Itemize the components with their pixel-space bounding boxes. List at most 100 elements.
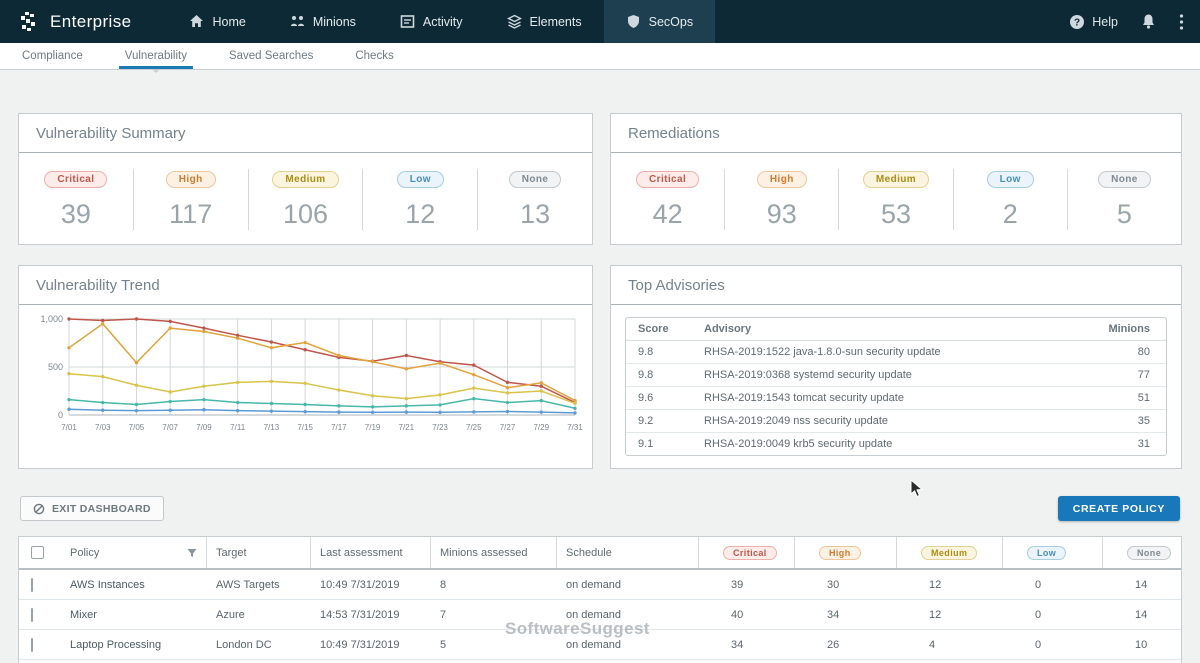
tab-label: Compliance — [22, 50, 83, 62]
tab-saved-searches[interactable]: Saved Searches — [229, 43, 313, 69]
overflow-menu-icon[interactable] — [1179, 13, 1184, 31]
tab-label: Checks — [355, 50, 393, 62]
col-target[interactable]: Target — [207, 537, 311, 568]
policy-minions-assessed: 5 — [431, 639, 557, 651]
severity-badge-low: Low — [987, 171, 1034, 188]
stat-none: None 5 — [1067, 169, 1181, 230]
policy-row[interactable]: Mixer Azure 14:53 7/31/2019 7 on demand … — [19, 600, 1181, 630]
policy-target: London DC — [207, 639, 311, 651]
advisory-title: RHSA-2019:2049 nss security update — [704, 415, 1090, 427]
advisory-row[interactable]: 9.1 RHSA-2019:0049 krb5 security update … — [626, 433, 1166, 455]
nav-item-label: Activity — [423, 15, 463, 29]
policy-name[interactable]: Laptop Processing — [61, 639, 207, 651]
svg-text:500: 500 — [48, 362, 63, 372]
stat-high: High 93 — [724, 169, 838, 230]
help-button[interactable]: ? Help — [1069, 14, 1118, 30]
tab-vulnerability[interactable]: Vulnerability — [125, 43, 187, 69]
row-checkbox[interactable] — [31, 638, 33, 652]
main-content: Vulnerability Summary Critical 39 High 1… — [0, 70, 1200, 663]
filter-funnel-icon[interactable] — [187, 548, 197, 558]
nav-item-secops[interactable]: SecOps — [604, 0, 715, 43]
stat-value: 12 — [363, 199, 477, 230]
col-none[interactable]: None — [1103, 537, 1181, 568]
nav-item-activity[interactable]: Activity — [378, 0, 485, 43]
col-high[interactable]: High — [795, 537, 897, 568]
svg-text:?: ? — [1074, 17, 1080, 28]
row-checkbox[interactable] — [31, 578, 33, 592]
count-critical: 34 — [699, 639, 795, 651]
exit-dashboard-button[interactable]: EXIT DASHBOARD — [20, 496, 164, 521]
severity-badge-low: Low — [397, 171, 444, 188]
policy-last-assessment: 14:53 7/31/2019 — [311, 609, 431, 621]
exit-dashboard-icon — [33, 503, 45, 515]
policy-minions-assessed: 7 — [431, 609, 557, 621]
help-label: Help — [1092, 15, 1118, 29]
col-policy[interactable]: Policy — [61, 537, 207, 568]
svg-text:7/31: 7/31 — [567, 423, 583, 432]
advisory-minions: 80 — [1090, 346, 1154, 358]
count-medium: 12 — [897, 609, 1003, 621]
svg-text:7/29: 7/29 — [533, 423, 549, 432]
select-all-checkbox[interactable] — [31, 546, 44, 559]
policies-table-header: Policy Target Last assessment Minions as… — [19, 537, 1181, 570]
tab-compliance[interactable]: Compliance — [22, 43, 83, 69]
stat-value: 42 — [611, 199, 724, 230]
count-critical: 39 — [699, 579, 795, 591]
nav-item-label: Minions — [313, 15, 356, 29]
advisory-title: RHSA-2019:1543 tomcat security update — [704, 392, 1090, 404]
policy-row[interactable]: AWS Instances AWS Targets 10:49 7/31/201… — [19, 570, 1181, 600]
stat-value: 39 — [19, 199, 133, 230]
svg-text:0: 0 — [58, 410, 63, 420]
shield-icon — [626, 14, 641, 29]
stat-value: 2 — [954, 199, 1067, 230]
col-minions[interactable]: Minions — [1090, 323, 1154, 335]
svg-text:7/11: 7/11 — [230, 423, 246, 432]
count-none: 14 — [1103, 609, 1181, 621]
advisory-title: RHSA-2019:1522 java-1.8.0-sun security u… — [704, 346, 1090, 358]
col-minions-assessed[interactable]: Minions assessed — [431, 537, 557, 568]
main-nav: Home Minions Activity Elements SecOps — [167, 0, 715, 43]
col-last-assessment[interactable]: Last assessment — [311, 537, 431, 568]
policy-name[interactable]: AWS Instances — [61, 579, 207, 591]
svg-text:7/01: 7/01 — [61, 423, 77, 432]
svg-text:7/05: 7/05 — [129, 423, 145, 432]
stat-high: High 117 — [133, 169, 248, 230]
col-label: Last assessment — [320, 547, 403, 559]
advisory-row[interactable]: 9.2 RHSA-2019:2049 nss security update 3… — [626, 410, 1166, 433]
col-low[interactable]: Low — [1003, 537, 1103, 568]
elements-icon — [507, 14, 522, 29]
advisory-row[interactable]: 9.8 RHSA-2019:0368 systemd security upda… — [626, 364, 1166, 387]
count-low: 0 — [1003, 639, 1103, 651]
stat-low: Low 12 — [362, 169, 477, 230]
nav-item-minions[interactable]: Minions — [268, 0, 378, 43]
remediation-stats: Critical 42 High 93 Medium 53 Low 2 None — [611, 153, 1181, 244]
svg-text:7/13: 7/13 — [264, 423, 280, 432]
tab-checks[interactable]: Checks — [355, 43, 393, 69]
summary-stats: Critical 39 High 117 Medium 106 Low 12 N… — [19, 153, 592, 244]
svg-text:7/25: 7/25 — [466, 423, 482, 432]
col-advisory[interactable]: Advisory — [704, 323, 1090, 335]
severity-badge-critical: Critical — [723, 546, 777, 560]
row-checkbox[interactable] — [31, 608, 33, 622]
nav-item-label: Home — [212, 15, 245, 29]
nav-item-home[interactable]: Home — [167, 0, 267, 43]
create-policy-button[interactable]: CREATE POLICY — [1058, 496, 1180, 521]
saltstack-logo-icon — [16, 10, 40, 34]
panel-title: Vulnerability Summary — [19, 114, 592, 153]
advisory-row[interactable]: 9.8 RHSA-2019:1522 java-1.8.0-sun securi… — [626, 341, 1166, 364]
col-score[interactable]: Score — [638, 323, 704, 335]
policy-minions-assessed: 8 — [431, 579, 557, 591]
col-critical[interactable]: Critical — [699, 537, 795, 568]
advisory-title: RHSA-2019:0368 systemd security update — [704, 369, 1090, 381]
advisory-row[interactable]: 9.6 RHSA-2019:1543 tomcat security updat… — [626, 387, 1166, 410]
count-high: 34 — [795, 609, 897, 621]
col-medium[interactable]: Medium — [897, 537, 1003, 568]
stat-value: 13 — [478, 199, 592, 230]
policy-name[interactable]: Mixer — [61, 609, 207, 621]
severity-badge-low: Low — [1027, 546, 1066, 560]
policy-row[interactable]: Laptop Processing London DC 10:49 7/31/2… — [19, 630, 1181, 660]
nav-item-elements[interactable]: Elements — [485, 0, 604, 43]
count-low: 0 — [1003, 579, 1103, 591]
col-schedule[interactable]: Schedule — [557, 537, 699, 568]
notifications-bell-icon[interactable] — [1140, 13, 1157, 30]
